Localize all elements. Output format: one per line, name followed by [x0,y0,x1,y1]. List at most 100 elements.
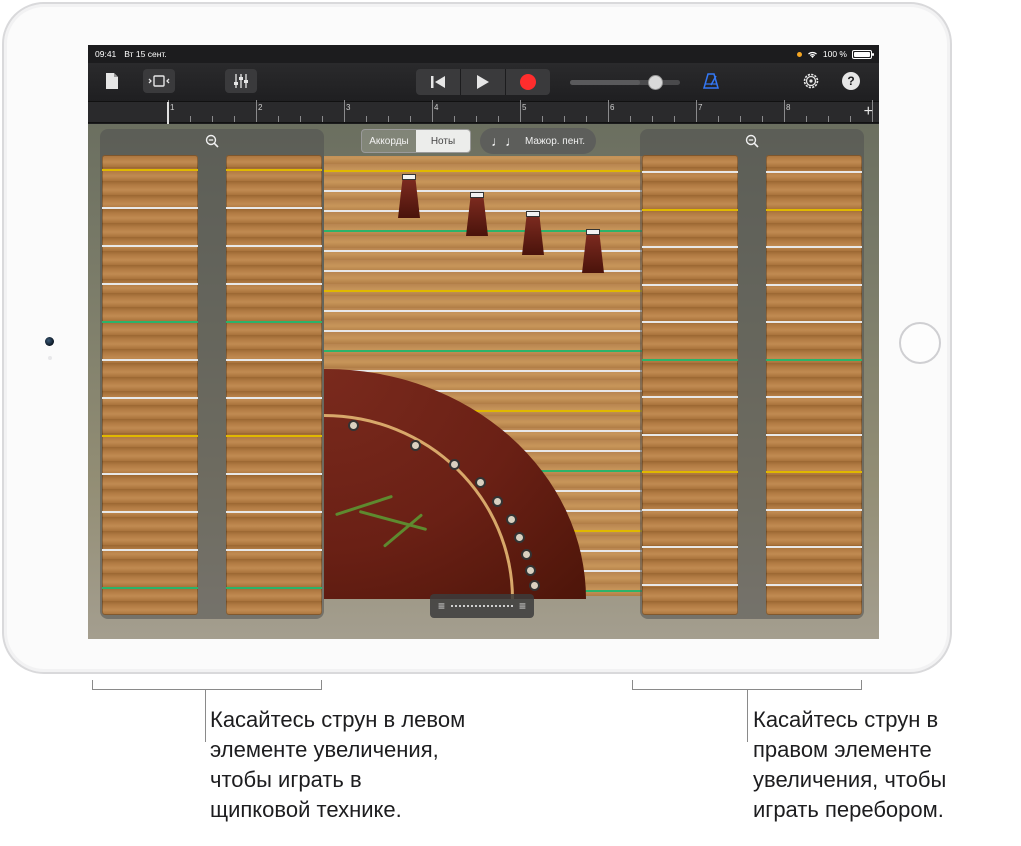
mixer-button[interactable] [225,69,257,93]
ruler-tick [674,116,675,122]
zoom-string[interactable] [226,321,322,323]
timeline-ruler[interactable]: 1 2 3 4 5 6 7 8 + [88,100,879,124]
zoom-string[interactable] [102,245,198,247]
zoom-string[interactable] [766,321,862,323]
zoom-string[interactable] [766,246,862,248]
zoom-string[interactable] [766,583,862,586]
scale-button[interactable]: ♩♩ Мажор. пент. [480,128,596,154]
chords-notes-toggle: Аккорды Ноты [361,129,471,153]
volume-slider[interactable] [570,75,680,90]
zoom-string[interactable] [766,283,862,286]
zoom-string[interactable] [226,549,322,551]
zoom-string[interactable] [102,473,198,475]
zoom-string[interactable] [102,359,198,361]
zoom-string[interactable] [102,283,198,285]
zoom-string[interactable] [226,169,322,171]
strum-handle[interactable]: ≡ ≡ [430,594,534,618]
ruler-tick [828,116,829,122]
zoom-string[interactable] [642,433,738,436]
zoom-string[interactable] [766,396,862,398]
guzheng-string[interactable] [324,170,644,172]
metronome-icon [703,73,719,89]
zoom-string[interactable] [226,207,322,209]
right-zoom-strip[interactable] [766,155,862,615]
left-zoom-strip[interactable] [226,155,322,615]
zoom-string[interactable] [102,435,198,437]
zoom-string[interactable] [226,511,322,513]
zoom-string[interactable] [642,321,738,323]
help-button[interactable]: ? [838,69,864,93]
zoom-string[interactable] [226,473,322,475]
string-bridge [522,211,544,255]
transport-controls [416,69,550,95]
add-section-button[interactable]: + [864,103,873,121]
zoom-string[interactable] [642,283,738,286]
ruler-tick [784,100,785,122]
zoom-string[interactable] [642,583,738,586]
zoom-out-icon[interactable] [100,134,324,151]
zoom-string[interactable] [102,321,198,323]
zoom-string[interactable] [766,546,862,548]
zoom-string[interactable] [766,471,862,473]
zoom-string[interactable] [226,587,322,589]
segment-notes[interactable]: Ноты [416,130,470,152]
browser-button[interactable] [143,69,175,93]
guzheng-string[interactable] [324,290,644,292]
zoom-string[interactable] [642,508,738,511]
zoom-out-icon[interactable] [640,134,864,151]
zoom-string[interactable] [102,169,198,171]
zoom-string[interactable] [226,245,322,247]
ruler-tick [300,116,301,122]
left-zoom-strip[interactable] [102,155,198,615]
zoom-string[interactable] [766,171,862,173]
zoom-string[interactable] [102,207,198,209]
zoom-string[interactable] [642,358,738,361]
zoom-string[interactable] [226,435,322,437]
zoom-string[interactable] [642,546,738,548]
zoom-string[interactable] [642,171,738,173]
zoom-string[interactable] [102,587,198,589]
ruler-tick [278,116,279,122]
zoom-string[interactable] [766,208,862,211]
ruler-tick [652,116,653,122]
zoom-string[interactable] [642,246,738,248]
zoom-string[interactable] [642,396,738,398]
ruler-bar-number: 5 [522,103,527,112]
guzheng-string[interactable] [324,330,644,332]
metronome-button[interactable] [698,69,724,93]
guzheng-string[interactable] [324,350,644,352]
scale-label: Мажор. пент. [524,135,586,147]
zoom-string[interactable] [102,511,198,513]
zoom-string[interactable] [102,397,198,399]
ruler-tick [806,116,807,122]
zoom-string[interactable] [642,208,738,211]
zoom-string[interactable] [766,433,862,436]
guzheng-string[interactable] [324,310,644,312]
volume-knob[interactable] [648,75,663,90]
segment-chords[interactable]: Аккорды [362,130,416,152]
zoom-string[interactable] [226,359,322,361]
zoom-string[interactable] [226,283,322,285]
playhead[interactable] [167,102,169,124]
ipad-frame: 09:41 Вт 15 сент. 100 % ? 1 2 3 4 5 6 7 … [2,2,952,674]
screen: 09:41 Вт 15 сент. 100 % ? 1 2 3 4 5 6 7 … [88,45,879,639]
zoom-string[interactable] [642,471,738,473]
battery-icon [852,49,874,59]
play-button[interactable] [461,69,506,95]
settings-button[interactable] [798,69,824,93]
zoom-string[interactable] [226,397,322,399]
zoom-string[interactable] [766,508,862,511]
record-button[interactable] [506,69,550,95]
my-songs-button[interactable] [100,69,124,93]
ruler-tick [190,116,191,122]
tuning-peg [348,420,359,431]
go-to-beginning-button[interactable] [416,69,461,95]
mic-indicator [796,51,802,57]
ruler-tick [762,116,763,122]
zoom-string[interactable] [766,358,862,361]
home-button[interactable] [899,322,941,364]
tuning-peg [475,477,486,488]
zoom-string[interactable] [102,549,198,551]
right-zoom-strip[interactable] [642,155,738,615]
front-camera [45,337,54,346]
